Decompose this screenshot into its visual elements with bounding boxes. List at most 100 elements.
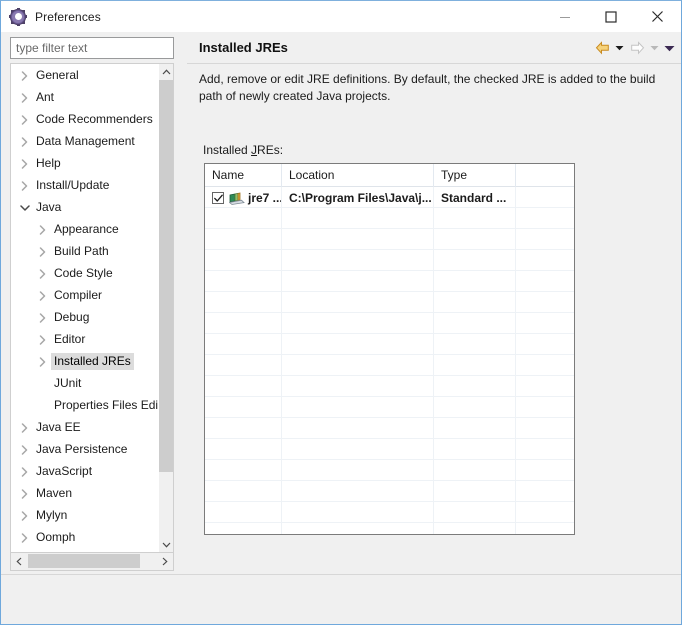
table-row-empty [205, 376, 574, 397]
table-row-empty [205, 271, 574, 292]
chevron-right-icon[interactable] [17, 130, 33, 152]
sidebar-item-appearance[interactable]: Appearance [11, 218, 158, 240]
sidebar-item-ant[interactable]: Ant [11, 86, 158, 108]
cell-empty [434, 313, 516, 333]
cell-empty [205, 376, 282, 396]
scroll-up-button[interactable] [159, 64, 173, 79]
minimize-button[interactable] [542, 1, 588, 32]
back-menu-button[interactable] [613, 37, 626, 59]
sidebar-item-properties-files-editor[interactable]: Properties Files Editor [11, 394, 158, 416]
chevron-right-icon[interactable] [17, 64, 33, 86]
sidebar-item-data-management[interactable]: Data Management [11, 130, 158, 152]
maximize-button[interactable] [588, 1, 634, 32]
scroll-down-button[interactable] [159, 537, 173, 552]
page-overflow-menu-button[interactable] [663, 37, 676, 59]
chevron-right-icon[interactable] [17, 548, 33, 552]
sidebar-item-plug-in-development[interactable]: Plug-in Development [11, 548, 158, 553]
sidebar-item-installed-jres[interactable]: Installed JREs [11, 350, 158, 372]
preferences-tree[interactable]: General Ant Code Recommenders Data Manageme… [10, 63, 174, 553]
cell-empty [282, 292, 434, 312]
chevron-right-icon[interactable] [17, 86, 33, 108]
chevron-right-icon[interactable] [35, 350, 51, 372]
sidebar-item-junit[interactable]: JUnit [11, 372, 158, 394]
preferences-dialog: Preferences General Ant Code Recommenders D… [0, 0, 682, 625]
title-bar: Preferences [1, 1, 681, 32]
sidebar-item-label: Editor [54, 331, 86, 346]
tree-vertical-scrollbar[interactable] [158, 64, 173, 552]
tree-hscrollbar-thumb[interactable] [28, 554, 140, 568]
sidebar-item-java-persistence[interactable]: Java Persistence [11, 438, 158, 460]
window-title: Preferences [35, 9, 101, 24]
installed-jres-table[interactable]: Name Location Type jre7 ... C:\Program File… [204, 163, 575, 535]
sidebar-item-javascript[interactable]: JavaScript [11, 460, 158, 482]
sidebar-item-editor[interactable]: Editor [11, 328, 158, 350]
chevron-right-icon[interactable] [17, 416, 33, 438]
chevron-right-icon[interactable] [35, 328, 51, 350]
table-row-empty [205, 481, 574, 502]
table-row-empty [205, 439, 574, 460]
table-row-empty [205, 460, 574, 481]
column-header-location[interactable]: Location [282, 164, 434, 187]
table-row[interactable]: jre7 ... C:\Program Files\Java\j... Standa… [205, 187, 574, 208]
cell-empty [282, 460, 434, 480]
chevron-right-icon[interactable] [17, 460, 33, 482]
scroll-right-button[interactable] [157, 553, 173, 569]
cell-empty [434, 439, 516, 459]
sidebar-item-mylyn[interactable]: Mylyn [11, 504, 158, 526]
sidebar-item-help[interactable]: Help [11, 152, 158, 174]
chevron-right-icon[interactable] [35, 284, 51, 306]
sidebar-item-label: Java EE [36, 419, 81, 434]
chevron-down-icon[interactable] [17, 196, 33, 218]
sidebar-item-install-update[interactable]: Install/Update [11, 174, 158, 196]
close-button[interactable] [634, 1, 680, 32]
cell-empty [516, 418, 574, 438]
chevron-right-icon[interactable] [17, 108, 33, 130]
cell-empty [282, 502, 434, 522]
chevron-right-icon[interactable] [17, 482, 33, 504]
chevron-right-icon[interactable] [17, 526, 33, 548]
sidebar-item-java-ee[interactable]: Java EE [11, 416, 158, 438]
chevron-right-icon[interactable] [17, 504, 33, 526]
sidebar-item-label: Install/Update [36, 177, 110, 192]
scroll-left-button[interactable] [11, 553, 27, 569]
cell-empty [434, 460, 516, 480]
sidebar-item-debug[interactable]: Debug [11, 306, 158, 328]
chevron-right-icon[interactable] [35, 262, 51, 284]
sidebar-item-code-recommenders[interactable]: Code Recommenders [11, 108, 158, 130]
sidebar-item-code-style[interactable]: Code Style [11, 262, 158, 284]
back-arrow-icon [595, 41, 609, 55]
cell-empty [434, 229, 516, 249]
table-row-empty [205, 502, 574, 523]
chevron-right-icon[interactable] [17, 152, 33, 174]
chevron-right-icon[interactable] [35, 306, 51, 328]
column-header-type[interactable]: Type [434, 164, 516, 187]
search-input[interactable] [10, 37, 174, 59]
jre-default-checkbox[interactable] [212, 192, 224, 204]
cell-empty [205, 208, 282, 228]
cell-empty [205, 397, 282, 417]
table-row-empty [205, 418, 574, 439]
sidebar-item-general[interactable]: General [11, 64, 158, 86]
sidebar-item-build-path[interactable]: Build Path [11, 240, 158, 262]
sidebar-item-maven[interactable]: Maven [11, 482, 158, 504]
chevron-right-icon[interactable] [35, 240, 51, 262]
chevron-up-icon [162, 68, 171, 74]
maximize-icon [605, 10, 617, 23]
back-button[interactable] [593, 37, 611, 59]
column-header-name[interactable]: Name [205, 164, 282, 187]
close-icon [651, 11, 663, 22]
sidebar-item-label: JavaScript [36, 463, 93, 478]
tree-horizontal-scrollbar[interactable] [10, 553, 174, 571]
cell-empty [282, 334, 434, 354]
chevron-right-icon[interactable] [17, 174, 33, 196]
sidebar-item-label: Build Path [54, 243, 109, 258]
sidebar-item-compiler[interactable]: Compiler [11, 284, 158, 306]
chevron-right-icon[interactable] [35, 218, 51, 240]
sidebar-item-oomph[interactable]: Oomph [11, 526, 158, 548]
tree-scrollbar-thumb[interactable] [159, 80, 173, 472]
cell-empty [205, 439, 282, 459]
chevron-right-icon[interactable] [17, 438, 33, 460]
sidebar-item-java[interactable]: Java [11, 196, 158, 218]
column-header-blank[interactable] [516, 164, 574, 187]
cell-empty [434, 334, 516, 354]
